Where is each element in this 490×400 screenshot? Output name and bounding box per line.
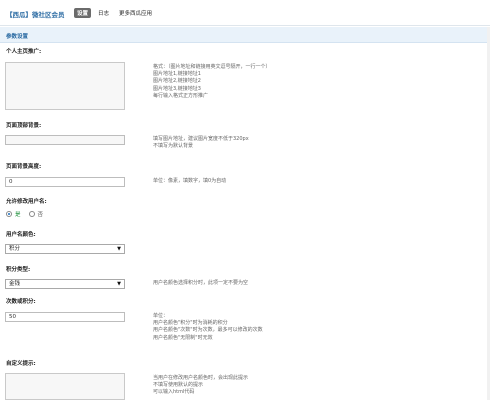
- points-type-label: 积分类型:: [6, 267, 31, 273]
- radio-no[interactable]: [28, 211, 35, 217]
- app-title: 【西瓜】微社区会员: [6, 11, 65, 19]
- top-bar: 【西瓜】微社区会员 设置 日志 更多西瓜应用: [0, 0, 490, 26]
- points-type-select[interactable]: 金钱 ▼: [5, 279, 125, 289]
- personal-ad-hint: 格式：（图片地址和链接用英文逗号隔开，一行一个） 图片地址1,链接地址1 图片地…: [153, 64, 271, 99]
- radio-no-label: 否: [37, 212, 44, 218]
- personal-ad-textarea[interactable]: [5, 62, 125, 110]
- username-type-select[interactable]: 积分 ▼: [5, 244, 125, 254]
- count-points-label: 次数或积分:: [6, 299, 36, 305]
- section-header: 参数设置: [0, 27, 490, 43]
- count-points-hint: 单位： 用户名颜色"积分"时为消耗的积分 用户名颜色"次数"时为次数，最多可以修…: [153, 313, 263, 341]
- section-title: 参数设置: [6, 34, 29, 40]
- bg-height-hint: 单位：像素，填数字，填0为自动: [153, 178, 227, 184]
- custom-tip-label: 自定义提示:: [6, 361, 36, 367]
- nav-log[interactable]: 日志: [95, 8, 112, 18]
- dropdown-arrow-icon: ▼: [117, 246, 121, 252]
- dropdown-arrow-icon: ▼: [117, 281, 121, 287]
- allow-modify-label: 允许修改用户名:: [6, 199, 47, 205]
- count-points-input[interactable]: 50: [5, 312, 125, 322]
- nav-settings[interactable]: 设置: [74, 8, 92, 18]
- username-type-label: 用户名颜色:: [6, 232, 36, 238]
- radio-yes[interactable]: [6, 211, 12, 217]
- points-type-hint: 用户名颜色选择积分时，此项一定不要为空: [153, 280, 249, 286]
- bg-height-input[interactable]: 0: [5, 177, 125, 187]
- page-background-hint: 填写图片地址，建议图片宽度不低于320px 不填写为默认背景: [153, 136, 249, 150]
- page-background-label: 页面顶部背景:: [6, 123, 42, 129]
- custom-tip-textarea[interactable]: [5, 373, 125, 400]
- top-nav: 设置 日志 更多西瓜应用: [74, 8, 155, 18]
- personal-ad-label: 个人主页推广:: [6, 49, 42, 55]
- bg-height-label: 页面背景高度:: [6, 164, 42, 170]
- page-background-input[interactable]: [5, 135, 125, 145]
- custom-tip-hint: 当用户在修改用户名颜色时，会出现此提示 不填写使用默认的提示 可以输入html代…: [153, 375, 249, 396]
- allow-modify-radios: 是 否: [6, 210, 43, 218]
- radio-yes-label: 是: [15, 212, 21, 218]
- nav-more-apps[interactable]: 更多西瓜应用: [116, 8, 155, 18]
